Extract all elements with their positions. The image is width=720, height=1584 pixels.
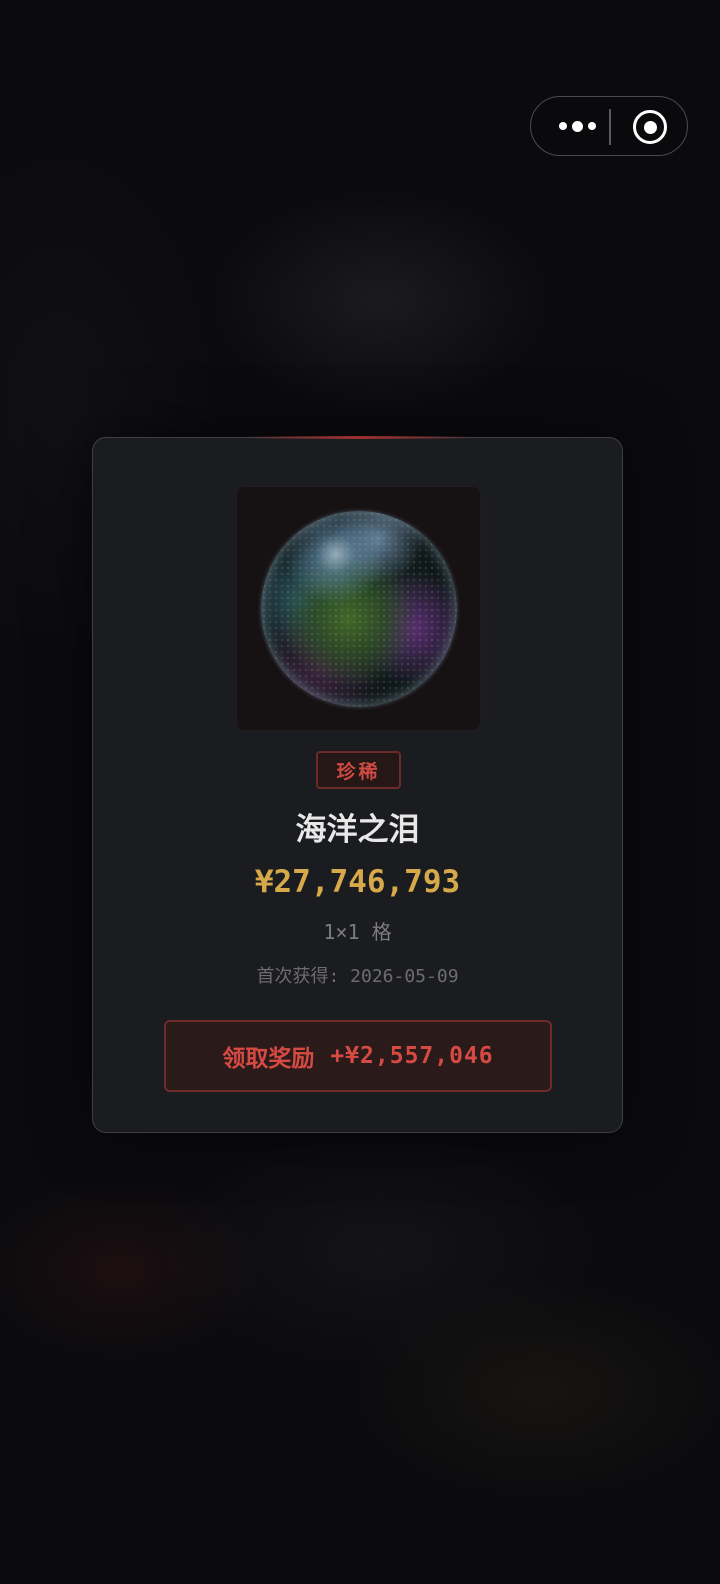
dot xyxy=(558,122,567,130)
capsule-divider xyxy=(609,109,611,145)
first-acquired: 首次获得: 2026-05-09 xyxy=(93,964,622,990)
claim-amount: +¥2,557,046 xyxy=(330,1043,494,1069)
more-dots-icon[interactable] xyxy=(545,97,609,155)
dot xyxy=(587,122,596,130)
miniprogram-capsule xyxy=(530,96,688,156)
first-acquired-label: 首次获得: xyxy=(256,966,340,987)
item-size: 1×1 格 xyxy=(323,920,392,944)
first-acquired-date: 2026-05-09 xyxy=(350,966,459,987)
item-card: 珍稀 海洋之泪 ¥27,746,793 1×1 格 首次获得: 2026-05-… xyxy=(92,436,623,1133)
item-image-frame xyxy=(236,486,481,731)
item-name: 海洋之泪 xyxy=(295,812,420,848)
item-price: ¥27,746,793 xyxy=(254,864,461,900)
rarity-badge: 珍稀 xyxy=(316,751,401,789)
card-top-glow xyxy=(243,436,474,439)
claim-label: 领取奖励 xyxy=(222,1046,315,1072)
target-close-icon[interactable] xyxy=(633,110,667,144)
dot xyxy=(571,120,583,132)
claim-reward-button[interactable]: 领取奖励 +¥2,557,046 xyxy=(164,1020,552,1092)
orb-image xyxy=(261,511,457,707)
